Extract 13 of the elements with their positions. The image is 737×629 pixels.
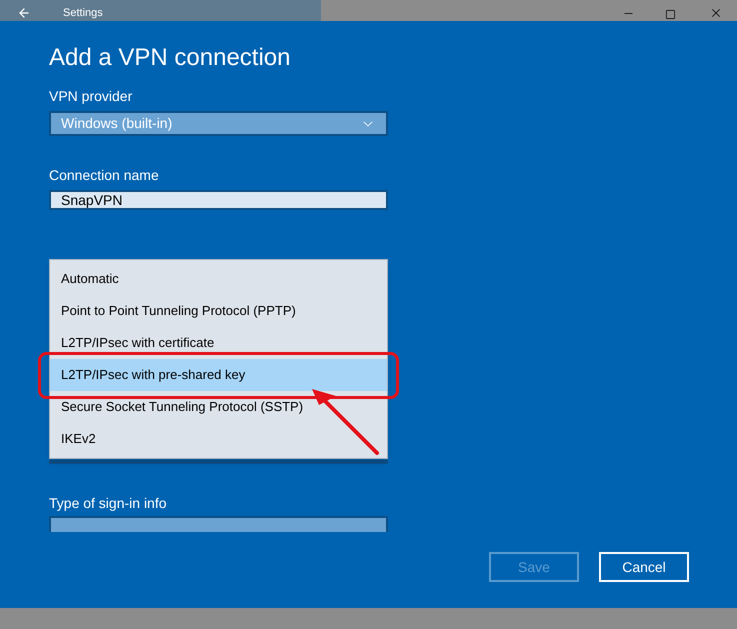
field-label: Type of sign-in info bbox=[49, 494, 168, 512]
menu-item[interactable]: L2TP/IPsec with pre-shared key bbox=[50, 359, 387, 391]
window-title: Settings bbox=[63, 7, 103, 20]
menu-item[interactable]: Automatic bbox=[50, 263, 387, 295]
menu-item[interactable]: L2TP/IPsec with certificate bbox=[50, 327, 387, 359]
menu-item[interactable]: IKEv2 bbox=[50, 423, 387, 455]
field-label: Connection name bbox=[49, 166, 160, 184]
cancel-button[interactable]: Cancel bbox=[599, 552, 689, 582]
menu-item[interactable]: Point to Point Tunneling Protocol (PPTP) bbox=[50, 295, 387, 327]
name-field[interactable]: SnapVPN bbox=[49, 190, 388, 210]
field-label: VPN provider bbox=[49, 87, 134, 105]
page-title: Add a VPN connection bbox=[49, 43, 292, 73]
menu-item[interactable]: Secure Socket Tunneling Protocol (SSTP) bbox=[50, 391, 387, 423]
